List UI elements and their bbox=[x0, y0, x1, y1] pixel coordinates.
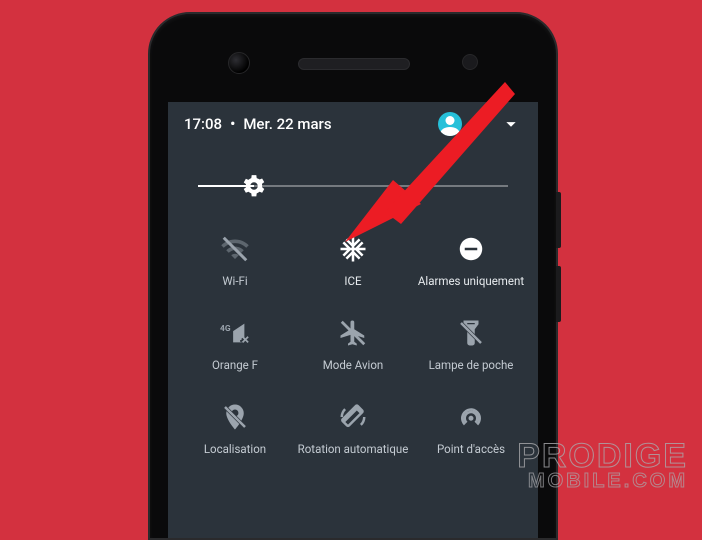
hotspot-icon bbox=[454, 400, 488, 434]
tile-mobile-data[interactable]: 4G Orange F bbox=[176, 316, 294, 372]
watermark: PRODIGE MOBILE.COM bbox=[517, 442, 688, 490]
tile-airplane[interactable]: Mode Avion bbox=[294, 316, 412, 372]
watermark-line1: PRODIGE bbox=[517, 442, 688, 471]
flashlight-icon bbox=[454, 316, 488, 350]
tile-label: Point d'accès bbox=[437, 442, 505, 456]
speaker-grille bbox=[298, 58, 410, 70]
tile-label: Alarmes uniquement bbox=[418, 274, 524, 288]
status-bar: 17:08 • Mer. 22 mars bbox=[168, 102, 538, 142]
volume-up-button bbox=[556, 192, 561, 248]
tile-label: Wi-Fi bbox=[222, 274, 247, 288]
tile-hotspot[interactable]: Point d'accès bbox=[412, 400, 530, 456]
dnd-icon bbox=[454, 232, 488, 266]
proximity-sensor bbox=[462, 54, 478, 70]
status-date: Mer. 22 mars bbox=[243, 115, 331, 133]
tile-alarms-only[interactable]: Alarmes uniquement bbox=[412, 232, 530, 288]
watermark-line2: MOBILE.COM bbox=[517, 473, 688, 490]
tile-label: Mode Avion bbox=[323, 358, 384, 372]
tile-auto-rotate[interactable]: Rotation automatique bbox=[294, 400, 412, 456]
user-avatar-icon[interactable] bbox=[438, 112, 462, 136]
signal-4g-icon: 4G bbox=[218, 316, 252, 350]
volume-down-button bbox=[556, 266, 561, 322]
quick-settings-grid: Wi-Fi ICE Alarmes uniquement 4G Orange F bbox=[168, 226, 538, 456]
tile-label: Localisation bbox=[204, 442, 266, 456]
tile-ice[interactable]: ICE bbox=[294, 232, 412, 288]
svg-text:4G: 4G bbox=[220, 324, 231, 334]
status-time: 17:08 bbox=[184, 115, 222, 133]
phone-frame: 17:08 • Mer. 22 mars Wi- bbox=[148, 12, 558, 540]
airplane-icon bbox=[336, 316, 370, 350]
tile-location[interactable]: Localisation bbox=[176, 400, 294, 456]
front-camera bbox=[228, 52, 250, 74]
tile-flashlight[interactable]: Lampe de poche bbox=[412, 316, 530, 372]
tile-label: Orange F bbox=[212, 358, 258, 372]
snowflake-icon bbox=[336, 232, 370, 266]
auto-rotate-icon bbox=[336, 400, 370, 434]
location-off-icon bbox=[218, 400, 252, 434]
chevron-down-icon[interactable] bbox=[500, 113, 522, 135]
wifi-off-icon bbox=[218, 232, 252, 266]
status-separator: • bbox=[230, 115, 235, 133]
tile-label: ICE bbox=[344, 274, 361, 288]
brightness-thumb-icon[interactable] bbox=[240, 172, 268, 200]
quick-settings-panel: 17:08 • Mer. 22 mars Wi- bbox=[168, 102, 538, 538]
tile-label: Rotation automatique bbox=[298, 442, 409, 456]
tile-wifi[interactable]: Wi-Fi bbox=[176, 232, 294, 288]
brightness-slider[interactable] bbox=[198, 172, 508, 200]
tile-label: Lampe de poche bbox=[429, 358, 514, 372]
pencil-icon[interactable] bbox=[470, 113, 492, 135]
